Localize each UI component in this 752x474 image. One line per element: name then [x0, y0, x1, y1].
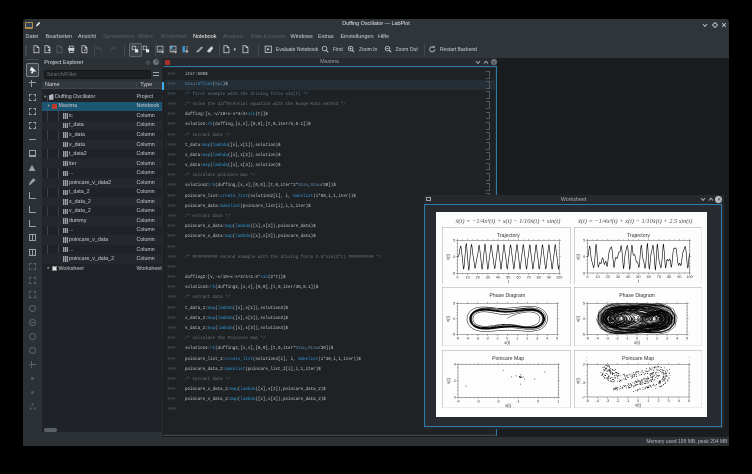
svg-text:v(t): v(t) — [445, 315, 450, 322]
svg-text:4: 4 — [676, 336, 678, 340]
svg-text:3: 3 — [536, 336, 538, 340]
svg-text:-3: -3 — [476, 399, 479, 403]
svg-text:2: 2 — [656, 336, 658, 340]
svg-text:-5: -5 — [451, 332, 454, 336]
svg-text:-2: -2 — [615, 336, 618, 340]
svg-text:x(t): x(t) — [575, 253, 580, 260]
svg-text:-1: -1 — [495, 336, 498, 340]
svg-text:t: t — [507, 278, 509, 283]
svg-text:-3: -3 — [475, 336, 478, 340]
svg-text:40: 40 — [496, 275, 500, 279]
svg-text:Phase Diagram: Phase Diagram — [619, 293, 655, 299]
svg-text:2: 2 — [583, 362, 585, 366]
svg-text:-3: -3 — [606, 399, 609, 403]
svg-text:-5: -5 — [582, 271, 585, 275]
svg-text:100: 100 — [686, 275, 692, 279]
svg-text:Phase Diagram: Phase Diagram — [489, 293, 525, 299]
svg-text:60: 60 — [646, 275, 650, 279]
svg-text:x(t): x(t) — [505, 402, 512, 407]
svg-text:0: 0 — [453, 255, 455, 259]
svg-text:-4: -4 — [456, 399, 459, 403]
svg-text:-3: -3 — [605, 336, 608, 340]
svg-text:80: 80 — [667, 275, 671, 279]
svg-text:4: 4 — [678, 399, 680, 403]
svg-text:80: 80 — [536, 275, 540, 279]
svg-text:0: 0 — [453, 395, 455, 399]
svg-text:Poincare Map: Poincare Map — [622, 356, 654, 362]
svg-text:t: t — [638, 278, 640, 283]
svg-text:0: 0 — [586, 275, 588, 279]
svg-text:30: 30 — [616, 275, 620, 279]
svg-text:90: 90 — [677, 275, 681, 279]
svg-text:1: 1 — [557, 399, 559, 403]
svg-text:3: 3 — [666, 336, 668, 340]
svg-text:-1: -1 — [625, 336, 628, 340]
svg-text:5: 5 — [453, 301, 455, 305]
svg-text:x(t): x(t) — [445, 253, 450, 260]
svg-text:Trajectory: Trajectory — [627, 233, 650, 239]
svg-text:10: 10 — [595, 275, 599, 279]
svg-text:5: 5 — [583, 238, 585, 242]
svg-text:30: 30 — [485, 275, 489, 279]
svg-text:2: 2 — [657, 399, 659, 403]
svg-text:-7: -7 — [581, 395, 584, 399]
svg-text:-4: -4 — [595, 399, 598, 403]
svg-text:90: 90 — [546, 275, 550, 279]
svg-text:5: 5 — [453, 238, 455, 242]
svg-text:x(t): x(t) — [504, 339, 511, 344]
svg-text:-2: -2 — [496, 399, 499, 403]
svg-text:-5: -5 — [581, 332, 584, 336]
svg-text:0: 0 — [453, 317, 455, 321]
svg-text:0: 0 — [456, 275, 458, 279]
svg-text:40: 40 — [626, 275, 630, 279]
svg-text:Poincare Map: Poincare Map — [492, 356, 524, 362]
svg-text:-3: -3 — [581, 380, 584, 384]
svg-text:0: 0 — [537, 399, 539, 403]
svg-text:1: 1 — [647, 399, 649, 403]
svg-text:100: 100 — [556, 275, 562, 279]
svg-text:-4: -4 — [595, 336, 598, 340]
svg-text:60: 60 — [516, 275, 520, 279]
svg-text:20: 20 — [605, 275, 609, 279]
svg-text:0: 0 — [583, 255, 585, 259]
svg-text:2: 2 — [526, 336, 528, 340]
svg-text:x(t): x(t) — [634, 339, 641, 344]
svg-text:-2: -2 — [616, 399, 619, 403]
svg-text:5: 5 — [556, 336, 558, 340]
svg-text:-5: -5 — [585, 399, 588, 403]
svg-text:4: 4 — [546, 336, 548, 340]
svg-text:-1: -1 — [516, 399, 519, 403]
svg-text:-1: -1 — [626, 399, 629, 403]
svg-text:x(t): x(t) — [635, 402, 642, 407]
svg-text:5: 5 — [688, 399, 690, 403]
svg-text:1: 1 — [646, 336, 648, 340]
svg-text:v(t): v(t) — [446, 377, 451, 384]
svg-text:-5: -5 — [451, 271, 454, 275]
svg-text:5: 5 — [583, 301, 585, 305]
svg-text:-2: -2 — [485, 336, 488, 340]
svg-text:3: 3 — [667, 399, 669, 403]
svg-text:Trajectory: Trajectory — [496, 233, 519, 239]
svg-text:2: 2 — [453, 379, 455, 383]
svg-text:20: 20 — [475, 275, 479, 279]
svg-text:70: 70 — [526, 275, 530, 279]
svg-text:10: 10 — [465, 275, 469, 279]
svg-text:-4: -4 — [465, 336, 468, 340]
svg-text:5: 5 — [686, 336, 688, 340]
svg-text:v(t): v(t) — [575, 315, 580, 322]
svg-text:v(t): v(t) — [575, 377, 580, 384]
svg-text:0: 0 — [583, 317, 585, 321]
svg-text:1: 1 — [516, 336, 518, 340]
svg-text:70: 70 — [657, 275, 661, 279]
svg-text:-5: -5 — [455, 336, 458, 340]
svg-text:4: 4 — [453, 362, 455, 366]
svg-text:-5: -5 — [585, 336, 588, 340]
